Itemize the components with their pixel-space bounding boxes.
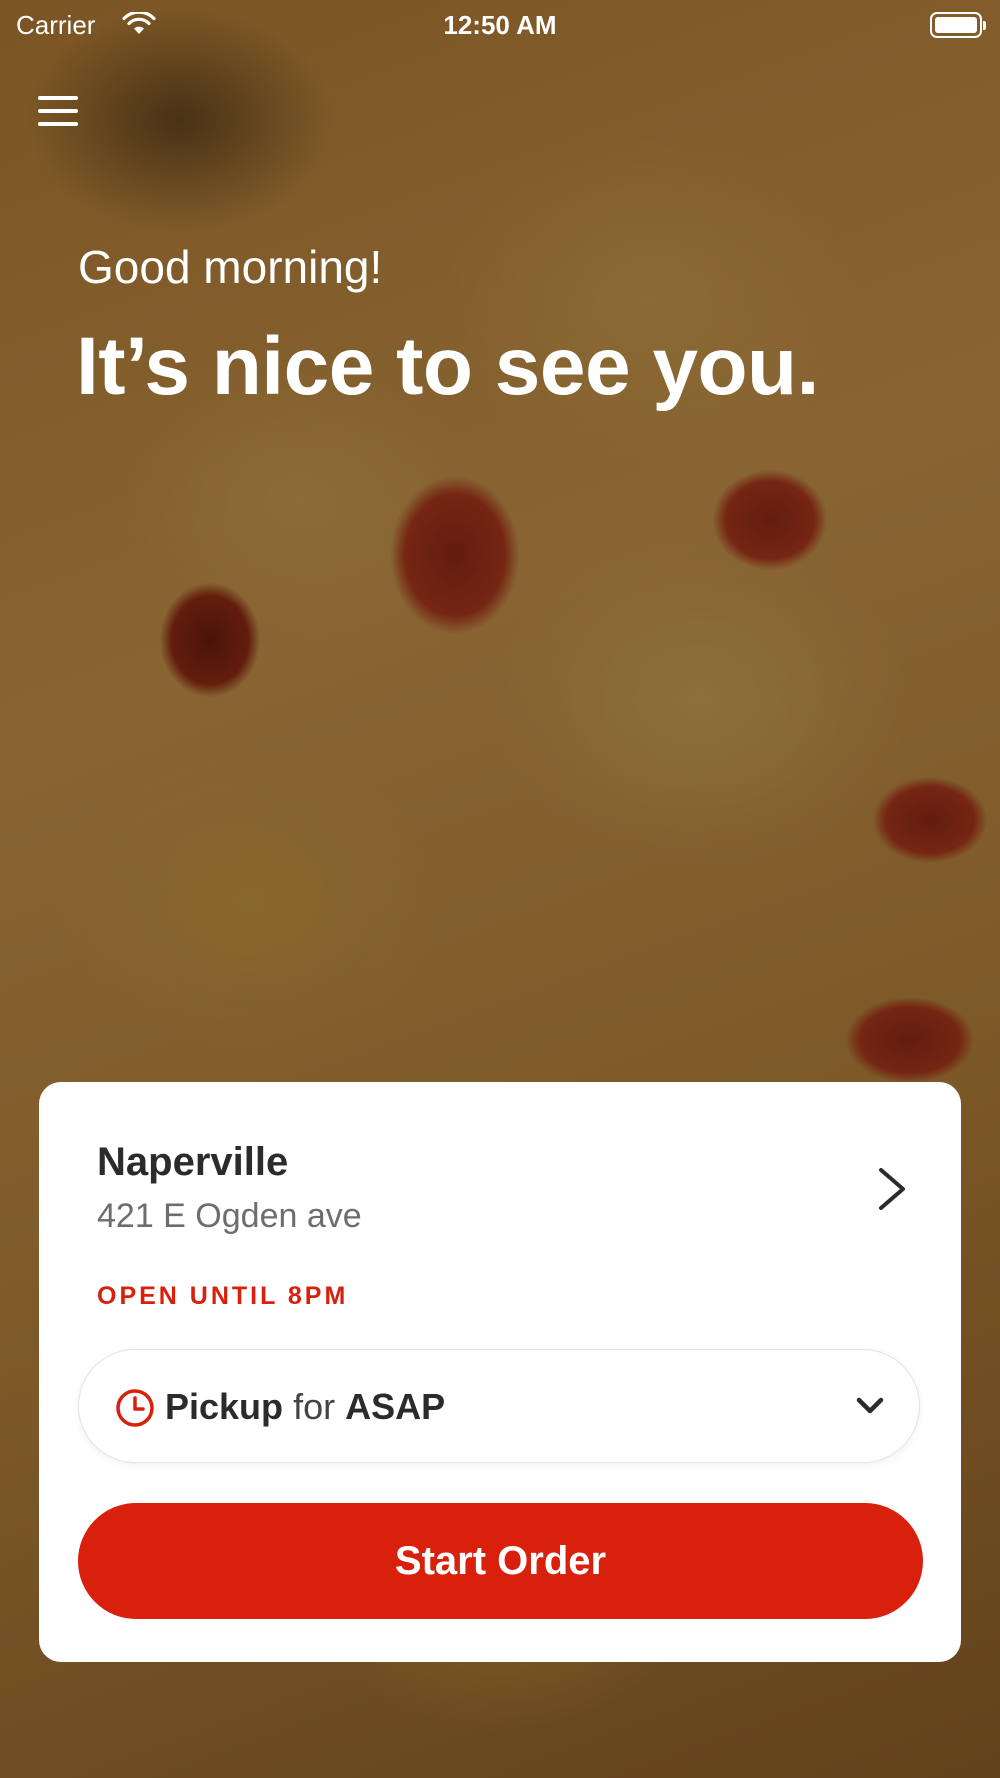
- location-card: Naperville 421 E Ogden ave OPEN UNTIL 8P…: [39, 1082, 961, 1662]
- headline-text: It’s nice to see you.: [76, 321, 819, 412]
- order-mode-connector: for: [293, 1386, 336, 1427]
- location-address[interactable]: 421 E Ogden ave: [97, 1197, 362, 1236]
- chevron-down-icon[interactable]: [855, 1394, 885, 1418]
- status-bar: Carrier 12:50 AM: [0, 0, 1000, 50]
- order-mode-text: Pickup for ASAP: [165, 1386, 445, 1428]
- location-name[interactable]: Naperville: [97, 1140, 288, 1185]
- clock-icon: [116, 1389, 154, 1427]
- greeting-text: Good morning!: [78, 241, 383, 293]
- order-mode-selector[interactable]: Pickup for ASAP: [78, 1349, 920, 1463]
- store-hours-status: OPEN UNTIL 8PM: [97, 1282, 349, 1310]
- order-mode-time: ASAP: [345, 1386, 446, 1427]
- hamburger-menu-icon[interactable]: [38, 96, 78, 132]
- chevron-right-icon[interactable]: [875, 1166, 909, 1212]
- battery-icon: [930, 12, 986, 38]
- clock-time: 12:50 AM: [443, 10, 557, 40]
- start-order-button[interactable]: Start Order: [78, 1503, 923, 1619]
- order-mode-type: Pickup: [165, 1386, 284, 1427]
